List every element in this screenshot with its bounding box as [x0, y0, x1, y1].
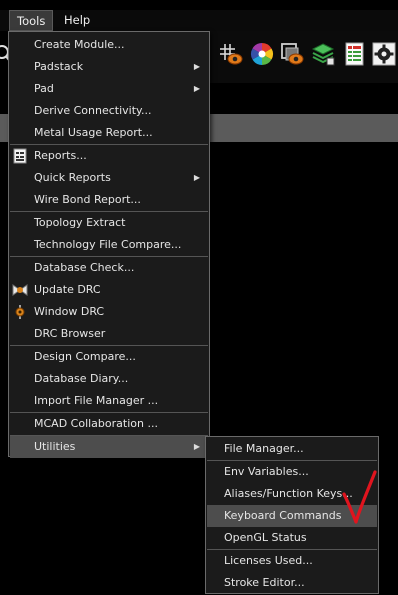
layers-stack-icon[interactable] [311, 42, 335, 66]
menu-item-pad[interactable]: Pad ▶ [10, 78, 208, 100]
menu-item-utilities[interactable]: Utilities ▶ [10, 436, 208, 458]
menu-item-metal-usage-report[interactable]: Metal Usage Report... [10, 122, 208, 144]
menu-tools[interactable]: Tools [9, 10, 54, 31]
layer-visibility-icon[interactable] [280, 42, 304, 66]
menu-item-opengl-status[interactable]: OpenGL Status [207, 527, 377, 549]
tools-menu: Create Module... Padstack ▶ Pad ▶ Derive C… [8, 31, 210, 458]
menu-item-label: Topology Extract [34, 216, 126, 229]
menu-item-label: Padstack [34, 60, 84, 73]
settings-gear-icon[interactable] [372, 42, 396, 66]
menu-item-label: Reports... [34, 149, 87, 162]
menu-item-wire-bond-report[interactable]: Wire Bond Report... [10, 189, 208, 211]
menu-item-quick-reports[interactable]: Quick Reports ▶ [10, 167, 208, 189]
submenu-arrow-icon: ▶ [193, 173, 200, 182]
menu-item-label: Wire Bond Report... [34, 193, 141, 206]
menu-item-label: Aliases/Function Keys... [224, 487, 353, 500]
menu-item-label: OpenGL Status [224, 531, 307, 544]
menu-item-padstack[interactable]: Padstack ▶ [10, 56, 208, 78]
menu-item-label: Env Variables... [224, 465, 309, 478]
spreadsheet-icon[interactable] [343, 42, 367, 66]
menu-item-label: Design Compare... [34, 350, 136, 363]
color-wheel-icon[interactable] [250, 42, 274, 66]
update-drc-icon [12, 284, 28, 296]
menu-item-create-module[interactable]: Create Module... [10, 34, 208, 56]
menu-item-file-manager[interactable]: File Manager... [207, 438, 377, 460]
menu-item-technology-file-compare[interactable]: Technology File Compare... [10, 234, 208, 256]
menu-item-label: MCAD Collaboration ... [34, 417, 158, 430]
menu-item-stroke-editor[interactable]: Stroke Editor... [207, 572, 377, 594]
menu-item-label: Database Check... [34, 261, 135, 274]
menu-item-window-drc[interactable]: Window DRC [10, 301, 208, 323]
menu-item-drc-browser[interactable]: DRC Browser [10, 323, 208, 345]
menu-item-derive-connectivity[interactable]: Derive Connectivity... [10, 100, 208, 122]
menu-item-database-check[interactable]: Database Check... [10, 257, 208, 279]
menu-item-reports[interactable]: Reports... [10, 145, 208, 167]
window-top-edge [0, 0, 398, 10]
menu-item-label: Stroke Editor... [224, 576, 305, 589]
menu-item-label: Metal Usage Report... [34, 126, 153, 139]
menu-item-label: Create Module... [34, 38, 125, 51]
window-drc-icon [15, 305, 25, 319]
menu-item-label: Import File Manager ... [34, 394, 159, 407]
report-icon [13, 148, 27, 164]
menu-item-label: Licenses Used... [224, 554, 313, 567]
menu-item-mcad-collaboration[interactable]: MCAD Collaboration ... [10, 413, 208, 435]
menu-item-design-compare[interactable]: Design Compare... [10, 346, 208, 368]
menu-bar: Tools Help [0, 10, 398, 31]
menu-item-label: DRC Browser [34, 327, 106, 340]
menu-item-database-diary[interactable]: Database Diary... [10, 368, 208, 390]
menu-item-label: Update DRC [34, 283, 101, 296]
menu-help[interactable]: Help [57, 10, 97, 31]
checkmark-annotation-icon [342, 470, 377, 524]
menu-item-label: Database Diary... [34, 372, 129, 385]
menu-item-topology-extract[interactable]: Topology Extract [10, 212, 208, 234]
menu-item-import-file-manager[interactable]: Import File Manager ... [10, 390, 208, 412]
menu-item-label: Technology File Compare... [34, 238, 182, 251]
menu-item-update-drc[interactable]: Update DRC [10, 279, 208, 301]
menu-item-label: File Manager... [224, 442, 304, 455]
menu-item-label: Window DRC [34, 305, 105, 318]
menu-item-label: Utilities [34, 440, 76, 453]
menu-item-label: Pad [34, 82, 54, 95]
grid-visibility-icon[interactable] [219, 42, 243, 66]
submenu-arrow-icon: ▶ [193, 84, 200, 93]
menu-item-licenses-used[interactable]: Licenses Used... [207, 550, 377, 572]
submenu-arrow-icon: ▶ [193, 442, 200, 451]
submenu-arrow-icon: ▶ [193, 62, 200, 71]
menu-item-label: Quick Reports [34, 171, 111, 184]
menu-item-label: Derive Connectivity... [34, 104, 152, 117]
menu-item-label: Keyboard Commands [224, 509, 342, 522]
